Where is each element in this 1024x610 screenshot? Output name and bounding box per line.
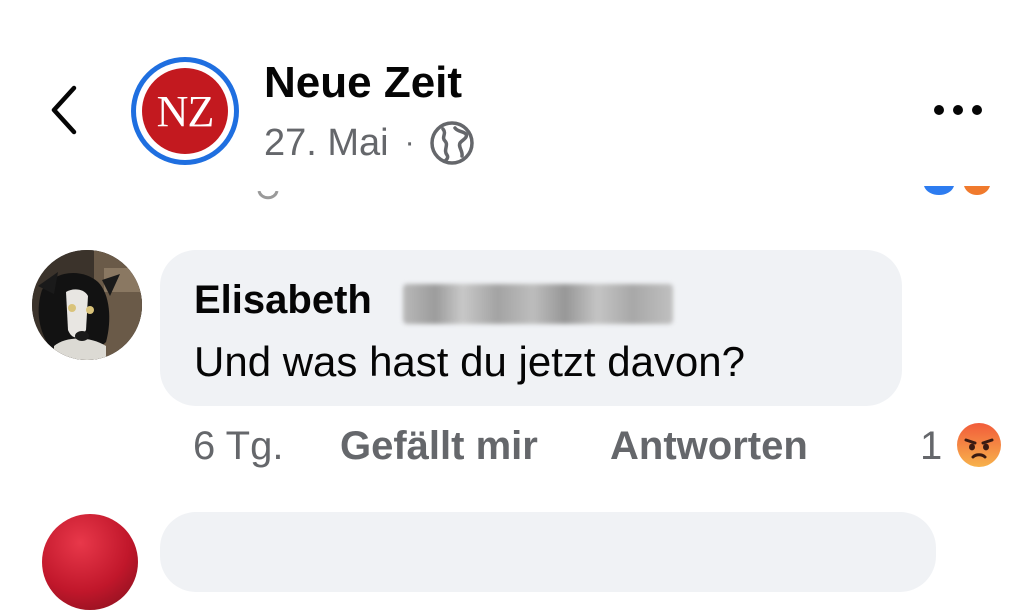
commenter-avatar[interactable] [32,250,142,360]
comment-bubble[interactable]: Elisabeth Und was hast du jetzt davon? [160,250,902,406]
next-comment-bubble[interactable] [160,512,936,592]
dog-photo [32,250,142,360]
comment-author-name[interactable]: Elisabeth [194,278,372,323]
more-options-button[interactable] [926,96,990,124]
page-name[interactable]: Neue Zeit [264,58,462,108]
scrolled-text-remnant [257,190,279,202]
chevron-left-icon [51,85,77,135]
next-commenter-avatar[interactable] [42,514,138,610]
page-avatar-logo: NZ [142,68,228,154]
meta-separator: · [404,126,415,159]
blurred-last-name [403,284,673,324]
post-meta: 27. Mai · [264,120,475,166]
reaction-count[interactable]: 1 [920,424,942,469]
angry-emoji-icon[interactable] [956,422,1002,468]
comment-actions: 6 Tg. Gefällt mir Antworten 1 [0,424,1024,472]
more-horizontal-icon [934,105,982,115]
page-avatar[interactable]: NZ [131,57,239,165]
comment-text: Und was hast du jetzt davon? [194,338,746,385]
back-button[interactable] [44,82,84,138]
globe-icon [429,121,474,165]
scrolled-reaction-remnant [920,186,994,200]
post-date: 27. Mai [264,121,389,164]
reply-button[interactable]: Antworten [610,424,808,469]
like-button[interactable]: Gefällt mir [340,424,538,469]
comment-timestamp[interactable]: 6 Tg. [193,424,283,469]
